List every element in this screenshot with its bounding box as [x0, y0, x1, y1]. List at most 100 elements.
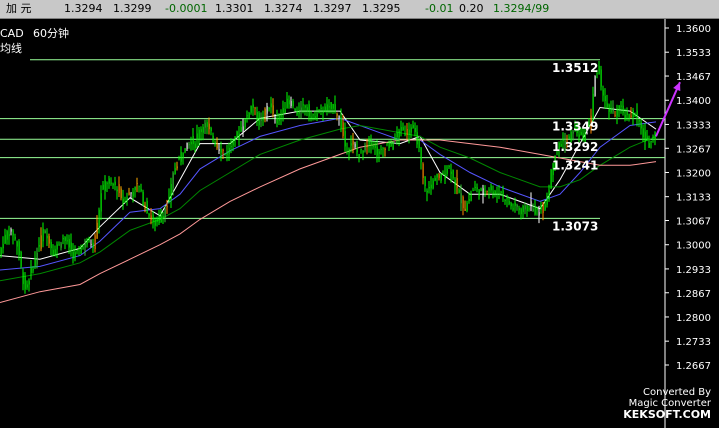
watermark-line-1: Converted By: [643, 387, 711, 398]
candle-body-319: [638, 119, 640, 122]
candle-body-35: [70, 242, 72, 251]
candle-body-159: [318, 109, 320, 113]
candle-body-43: [86, 239, 88, 245]
candle-body-88: [176, 166, 178, 169]
candle-body-2: [4, 234, 6, 244]
candle-body-129: [258, 112, 260, 126]
candle-body-242: [484, 191, 486, 193]
candle-body-204: [408, 129, 410, 135]
candle-body-192: [384, 148, 386, 150]
candle-body-164: [328, 106, 330, 108]
candle-body-225: [450, 171, 452, 174]
candle-body-94: [188, 144, 190, 146]
candle-body-61: [122, 198, 124, 203]
candle-body-50: [100, 193, 102, 212]
candle-body-150: [300, 107, 302, 113]
candle-body-17: [34, 257, 36, 267]
candle-body-27: [54, 249, 56, 257]
candle-body-239: [478, 189, 480, 196]
candle-body-39: [78, 247, 80, 250]
candle-body-320: [640, 121, 642, 129]
y-tick-label-3: 1.3400: [676, 96, 711, 107]
candle-body-120: [240, 127, 242, 132]
candle-body-256: [512, 208, 514, 210]
candle-body-241: [482, 188, 484, 196]
candle-body-59: [118, 184, 120, 194]
candle-body-211: [422, 163, 424, 178]
candle-body-265: [530, 201, 532, 207]
candle-body-82: [164, 209, 166, 218]
candle-body-42: [84, 241, 86, 248]
candle-body-46: [92, 242, 94, 249]
candle-body-174: [348, 148, 350, 154]
candle-body-223: [446, 168, 448, 174]
candle-body-229: [458, 189, 460, 193]
candle-body-305: [610, 107, 612, 113]
candle-body-51: [102, 184, 104, 190]
candle-body-125: [250, 105, 252, 113]
watermark-site: KEKSOFT.COM: [623, 408, 711, 421]
candle-body-128: [256, 111, 258, 121]
candle-body-139: [278, 115, 280, 121]
candle-body-19: [38, 245, 40, 247]
candle-body-24: [48, 236, 50, 244]
y-tick-label-7: 1.3133: [676, 193, 711, 204]
candle-body-89: [178, 158, 180, 160]
candlesticks: [0, 60, 656, 294]
candle-body-297: [594, 76, 596, 96]
candle-body-219: [438, 174, 440, 179]
candle-body-200: [400, 126, 402, 132]
y-tick-label-10: 1.2933: [676, 265, 711, 276]
candle-body-111: [222, 149, 224, 151]
candle-body-309: [618, 105, 620, 109]
y-tick-label-5: 1.3267: [676, 144, 711, 155]
candle-body-206: [412, 125, 414, 128]
candle-body-146: [292, 101, 294, 107]
candle-body-321: [642, 128, 644, 138]
candle-body-158: [316, 113, 318, 117]
candle-body-213: [426, 190, 428, 193]
candle-body-22: [44, 230, 46, 234]
level-labels: 1.3512 1.3349 1.3292 1.3241 1.3073: [552, 61, 598, 234]
candle-body-87: [174, 168, 176, 174]
candle-body-222: [444, 174, 446, 180]
candle-body-226: [452, 169, 454, 179]
candle-body-144: [288, 100, 290, 105]
candle-body-317: [634, 114, 636, 117]
candle-body-270: [540, 205, 542, 210]
candle-body-155: [310, 116, 312, 118]
candle-body-9: [18, 241, 20, 256]
candle-body-314: [628, 113, 630, 119]
candle-body-123: [246, 115, 248, 117]
candle-body-259: [518, 208, 520, 211]
candle-body-307: [614, 114, 616, 116]
candle-body-236: [472, 190, 474, 192]
chart-window: 加 元 1.3294 1.3299 -0.0001 1.3301 1.3274 …: [0, 0, 719, 428]
candle-body-76: [152, 214, 154, 222]
candle-body-147: [294, 109, 296, 112]
candle-body-272: [544, 204, 546, 210]
candle-body-69: [138, 186, 140, 188]
candle-body-64: [128, 192, 130, 195]
candle-body-134: [268, 108, 270, 110]
candle-body-189: [378, 151, 380, 154]
candle-body-26: [52, 249, 54, 256]
candle-body-310: [620, 105, 622, 107]
level-label-2: 1.3292: [552, 140, 598, 154]
candle-body-247: [494, 191, 496, 195]
candle-body-230: [460, 193, 462, 204]
candle-body-266: [532, 208, 534, 212]
candle-body-140: [280, 113, 282, 117]
level-label-1: 1.3349: [552, 120, 598, 134]
candle-body-36: [72, 251, 74, 259]
candle-body-148: [296, 110, 298, 115]
candle-body-240: [480, 188, 482, 192]
candle-body-160: [320, 107, 322, 109]
candle-body-205: [410, 127, 412, 133]
candle-body-4: [8, 234, 10, 236]
symbol-label: CAD: [0, 27, 24, 40]
candle-body-44: [88, 237, 90, 242]
candle-body-165: [330, 102, 332, 110]
candle-body-308: [616, 108, 618, 116]
candle-body-251: [502, 190, 504, 198]
